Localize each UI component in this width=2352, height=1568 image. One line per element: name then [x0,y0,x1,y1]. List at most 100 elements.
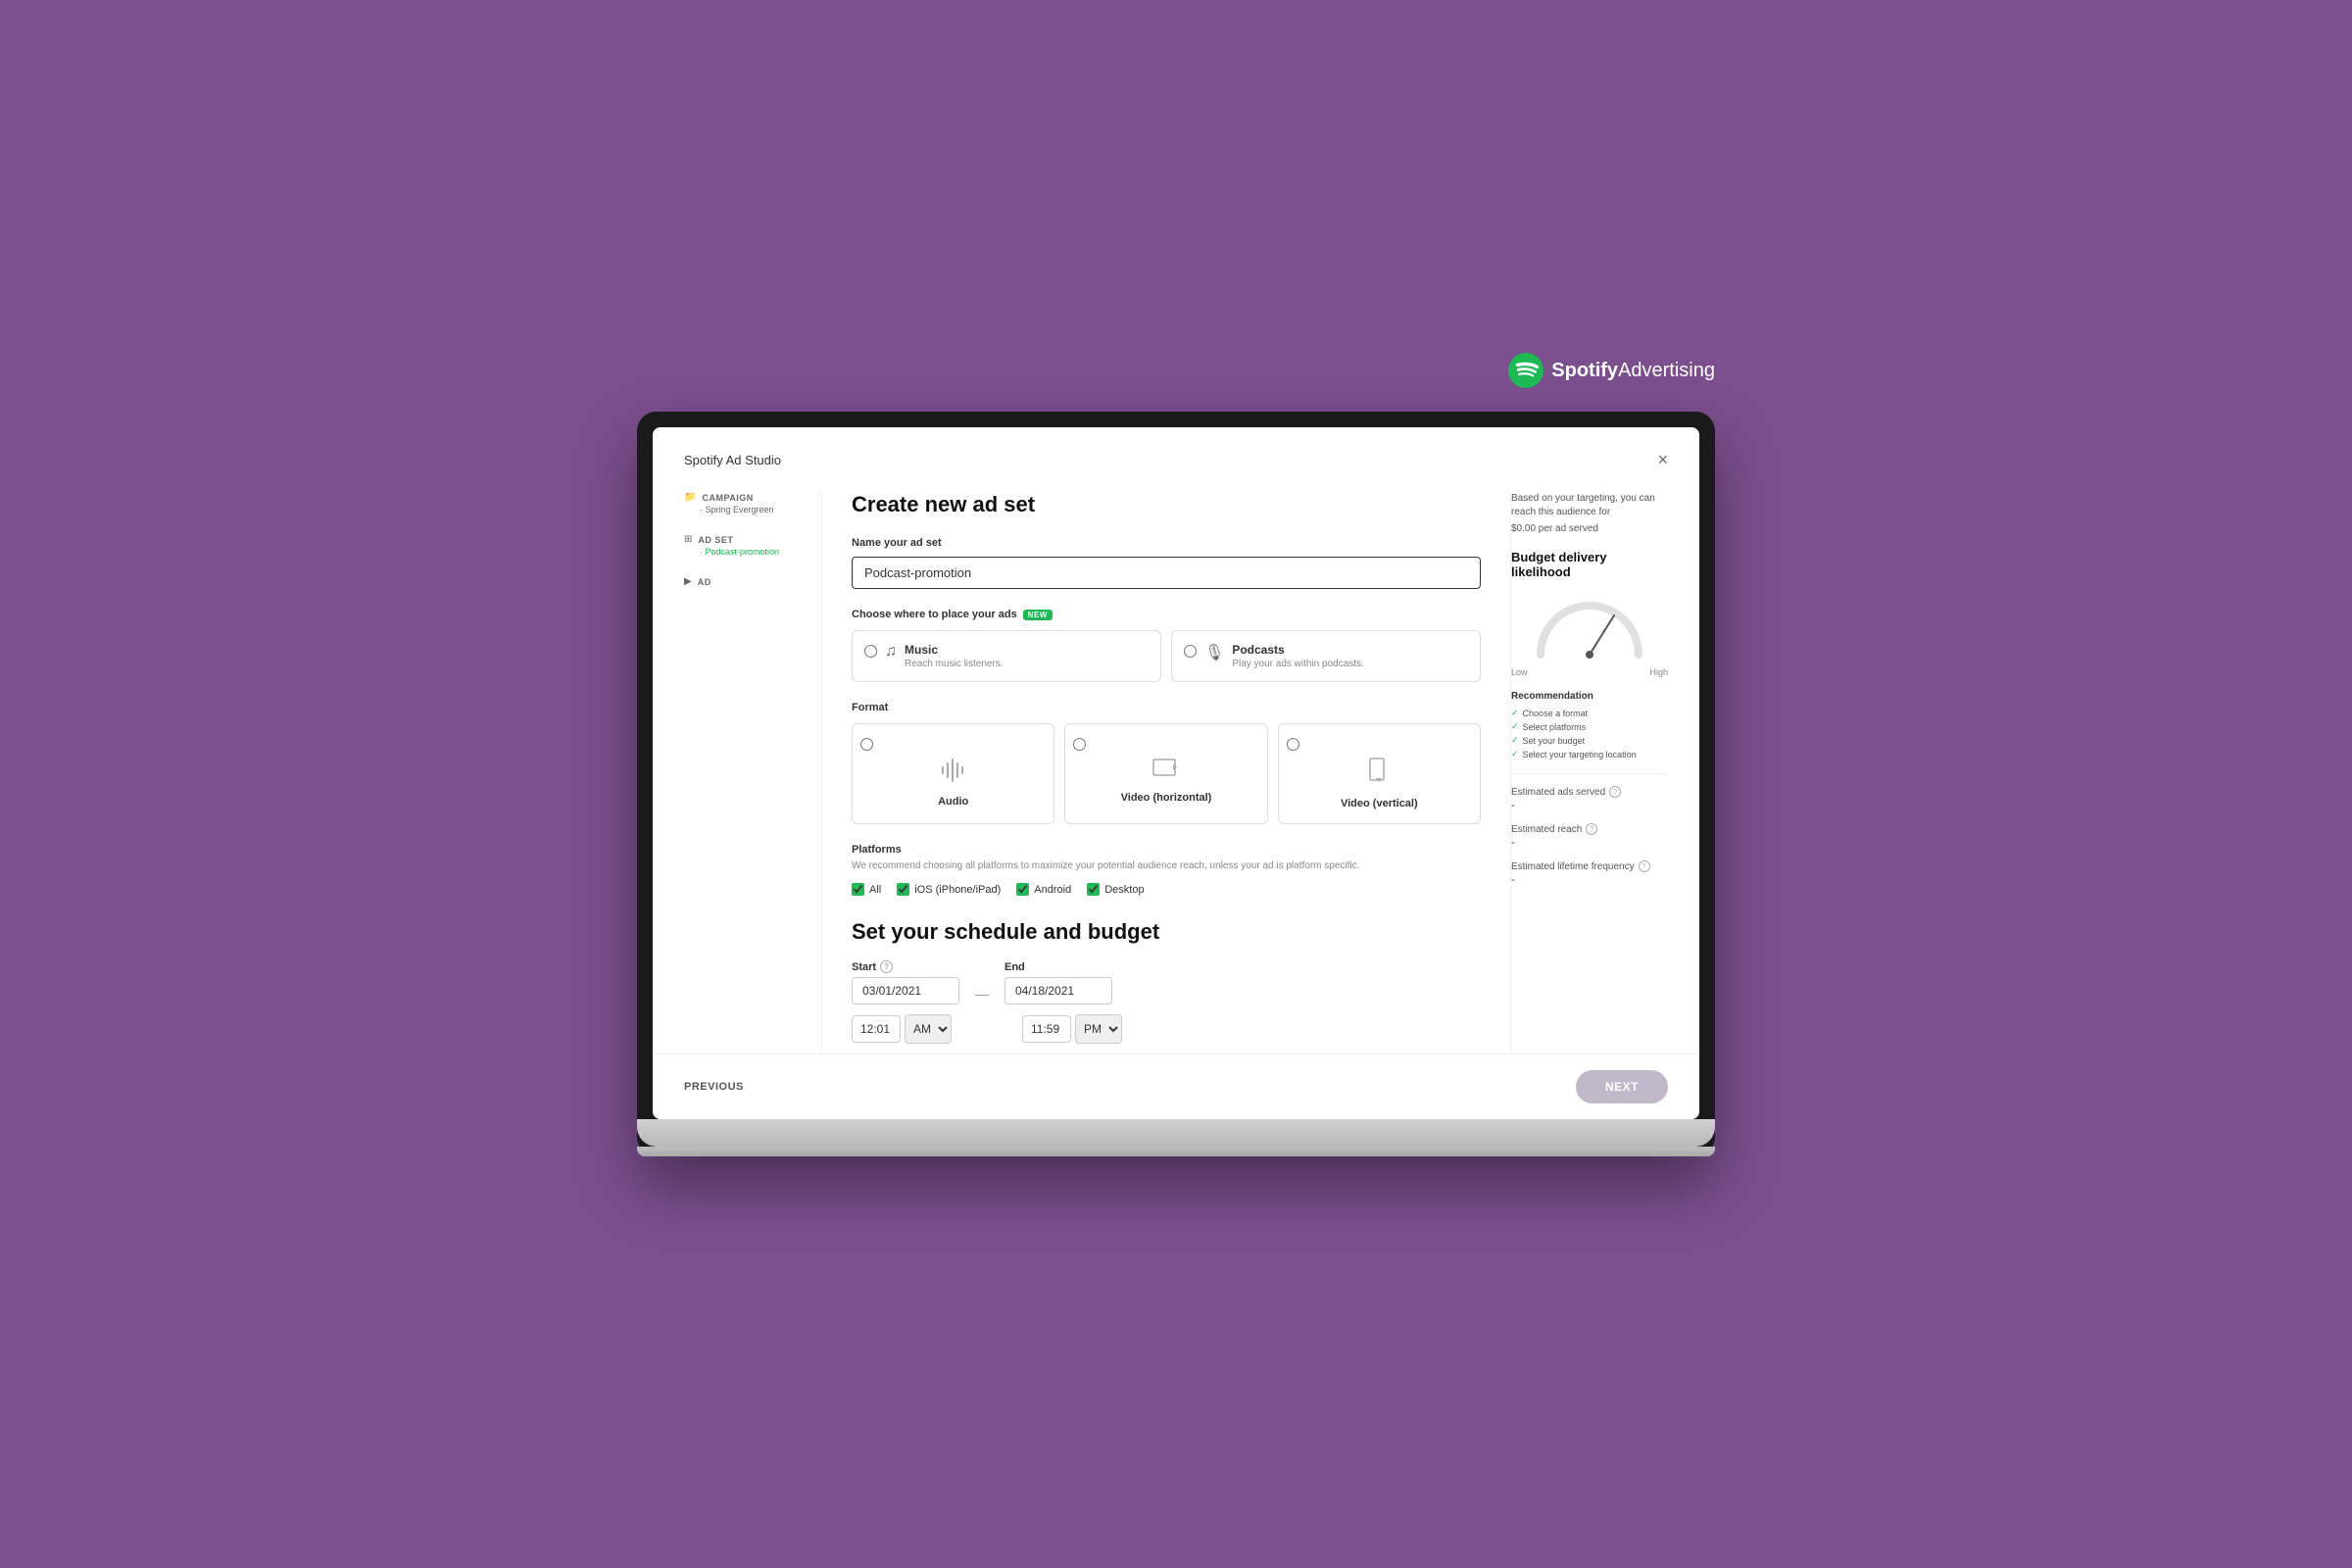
rec-check-0: ✓ [1511,708,1519,718]
stats-section: Estimated ads served ? - Estimated reach… [1511,773,1668,886]
stat-reach-value: - [1511,837,1668,849]
platform-android[interactable]: Android [1016,883,1071,896]
laptop-base-bottom [637,1147,1715,1156]
rec-text-3: Select your targeting location [1523,750,1637,760]
platforms-title: Platforms [852,844,1481,856]
platforms-desc: We recommend choosing all platforms to m… [852,859,1481,873]
format-video-h-radio[interactable] [1073,738,1086,751]
main-content: Create new ad set Name your ad set Choos… [821,492,1511,1054]
video-v-format-name: Video (vertical) [1341,798,1418,809]
stat-ads-label: Estimated ads served ? [1511,786,1668,798]
gauge-low-label: Low [1511,667,1528,677]
placement-music-radio[interactable] [864,645,877,658]
spotify-subtext: Advertising [1618,360,1715,382]
adset-name-input[interactable] [852,557,1481,589]
rec-item-3: ✓ Select your targeting location [1511,749,1668,760]
modal-title: Spotify Ad Studio [684,453,781,467]
format-audio-radio[interactable] [860,738,873,751]
rec-check-2: ✓ [1511,735,1519,746]
format-video-horizontal[interactable]: Video (horizontal) [1064,723,1267,824]
placement-podcasts-radio[interactable] [1184,645,1197,658]
sidebar-campaign-header: 📁 CAMPAIGN [684,492,802,503]
rec-text-1: Select platforms [1523,722,1587,732]
modal-container: Spotify Ad Studio × 📁 CAMPAIGN · Spring … [653,427,1699,1119]
schedule-title: Set your schedule and budget [852,919,1481,945]
previous-button[interactable]: PREVIOUS [684,1081,744,1093]
start-time-input[interactable] [852,1015,901,1043]
laptop-frame: Spotify Ad Studio × 📁 CAMPAIGN · Spring … [637,412,1715,1156]
placement-music[interactable]: ♫ Music Reach music listeners. [852,630,1161,682]
format-video-v-radio[interactable] [1287,738,1299,751]
sidebar-item-adset: ⊞ AD SET · Podcast-promotion [684,534,802,557]
podcasts-desc: Play your ads within podcasts. [1232,659,1364,669]
ads-info-icon: ? [1609,786,1621,798]
end-col: End [1004,961,1112,1004]
laptop-base [637,1119,1715,1147]
stat-reach: Estimated reach ? - [1511,823,1668,849]
placement-podcasts[interactable]: 🎙 Podcasts Play your ads within podcasts… [1171,630,1481,682]
gauge-high-label: High [1649,667,1668,677]
close-button[interactable]: × [1657,451,1668,468]
rec-text-2: Set your budget [1523,736,1586,746]
stat-ads-served: Estimated ads served ? - [1511,786,1668,811]
format-audio[interactable]: Audio [852,723,1054,824]
time-row: AM PM AM PM [852,1014,1481,1044]
format-video-vertical[interactable]: Video (vertical) [1278,723,1481,824]
placement-label-text: Choose where to place your ads [852,609,1017,620]
modal-header: Spotify Ad Studio × [684,451,1668,468]
rec-item-1: ✓ Select platforms [1511,721,1668,732]
platform-all-label: All [869,884,881,896]
format-options: Audio Video (horizontal [852,723,1481,824]
placement-section-label: Choose where to place your ads NEW [852,609,1481,620]
schedule-row: Start ? — End [852,960,1481,1004]
gauge-container [1526,591,1653,660]
stat-frequency-label: Estimated lifetime frequency ? [1511,860,1668,872]
price-text: $0.00 per ad served [1511,523,1668,534]
music-icon: ♫ [885,643,897,661]
sidebar-adset-header: ⊞ AD SET [684,534,802,545]
budget-likelihood-title: Budget delivery likelihood [1511,550,1668,579]
format-label: Format [852,702,1481,713]
laptop-screen: Spotify Ad Studio × 📁 CAMPAIGN · Spring … [653,427,1699,1119]
reach-info-icon: ? [1586,823,1597,835]
stat-frequency-value: - [1511,874,1668,886]
start-time-row: AM PM [852,1014,952,1044]
platform-all-checkbox[interactable] [852,883,864,896]
start-label: Start ? [852,960,959,973]
start-ampm-select[interactable]: AM PM [905,1014,952,1044]
podcasts-name: Podcasts [1232,643,1364,657]
sidebar-item-campaign: 📁 CAMPAIGN · Spring Evergreen [684,492,802,514]
end-label: End [1004,961,1112,973]
platform-android-checkbox[interactable] [1016,883,1029,896]
spotify-logo: Spotify Advertising [1508,353,1715,388]
podcasts-icon: 🎙 [1204,643,1224,662]
audio-icon [939,757,968,790]
create-adset-title: Create new ad set [852,492,1481,517]
platform-desktop-label: Desktop [1104,884,1144,896]
right-panel: Based on your targeting, you can reach t… [1511,492,1668,1054]
video-h-format-name: Video (horizontal) [1121,792,1212,804]
sidebar-item-ad: ▶ AD [684,576,802,587]
start-col: Start ? [852,960,959,1004]
platform-desktop[interactable]: Desktop [1087,883,1144,896]
dash-separator: — [975,986,989,1002]
music-desc: Reach music listeners. [905,659,1004,669]
music-info: Music Reach music listeners. [905,643,1004,669]
rec-check-3: ✓ [1511,749,1519,760]
end-ampm-select[interactable]: AM PM [1075,1014,1122,1044]
start-date-input[interactable] [852,977,959,1004]
rec-item-0: ✓ Choose a format [1511,708,1668,718]
next-button[interactable]: NEXT [1576,1070,1668,1103]
platform-desktop-checkbox[interactable] [1087,883,1100,896]
platform-all[interactable]: All [852,883,881,896]
platform-ios-checkbox[interactable] [897,883,909,896]
adset-icon: ⊞ [684,534,692,545]
campaign-label: CAMPAIGN [702,493,753,503]
end-date-input[interactable] [1004,977,1112,1004]
video-horizontal-icon [1152,757,1181,786]
gauge-svg [1526,591,1653,660]
platform-ios[interactable]: iOS (iPhone/iPad) [897,883,1001,896]
adset-sublabel: · Podcast-promotion [684,547,802,557]
stat-ads-value: - [1511,800,1668,811]
end-time-input[interactable] [1022,1015,1071,1043]
